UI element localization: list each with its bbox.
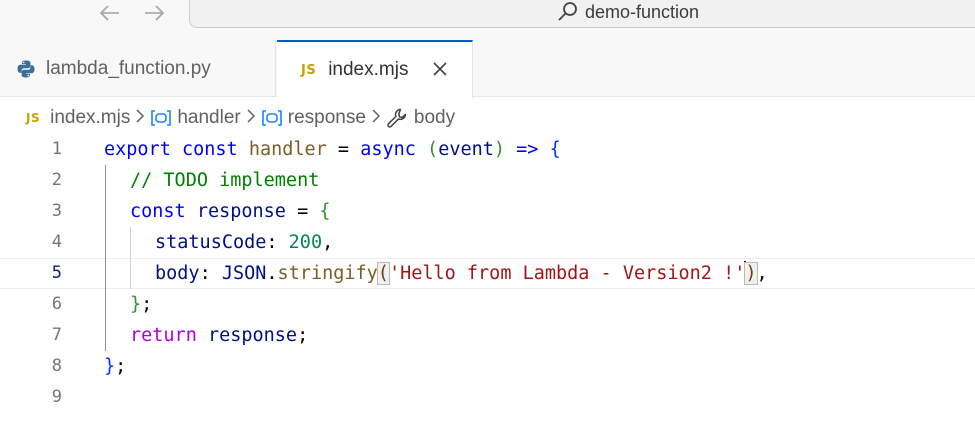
close-icon[interactable] [432, 59, 448, 81]
arrow-left-icon[interactable] [96, 0, 124, 26]
wrench-icon [387, 108, 407, 128]
line-number: 4 [51, 232, 62, 252]
line-number: 6 [51, 294, 62, 314]
line-number: 1 [51, 139, 62, 159]
code-text[interactable]: export const handler = async (event) => … [104, 134, 561, 165]
js-icon: JS [26, 111, 41, 125]
matched-bracket-close: ) [744, 262, 758, 285]
line-number: 3 [51, 201, 62, 221]
line-number: 8 [51, 356, 62, 376]
code-line-7[interactable]: 7 return response; [0, 320, 975, 351]
code-line-2[interactable]: 2 // TODO implement [0, 165, 975, 196]
code-text[interactable]: // TODO implement [130, 165, 319, 196]
title-bar: demo-function [0, 0, 975, 40]
tab-label: index.mjs [328, 59, 409, 80]
js-icon: JS [301, 62, 317, 78]
breadcrumb-item-file[interactable]: index.mjs [50, 107, 130, 129]
search-text: demo-function [585, 1, 700, 22]
command-center-label[interactable]: demo-function [557, 0, 699, 24]
line-number: 7 [51, 325, 62, 345]
code-text[interactable]: const response = { [130, 196, 331, 227]
chevron-right-icon [135, 108, 145, 128]
code-text[interactable]: }; [104, 351, 126, 382]
editor-tab-bar: lambda_function.py JS index.mjs [0, 40, 975, 98]
arrow-right-icon[interactable] [140, 0, 168, 26]
breadcrumb-item-response[interactable]: response [288, 107, 366, 129]
line-number: 9 [51, 387, 62, 407]
code-line-3[interactable]: 3 const response = { [0, 196, 975, 227]
breadcrumb-item-body[interactable]: body [414, 107, 455, 129]
breadcrumb-item-handler[interactable]: handler [177, 107, 240, 129]
chevron-right-icon [246, 108, 256, 128]
variable-icon [261, 110, 282, 126]
code-line-6[interactable]: 6 }; [0, 289, 975, 320]
python-icon [17, 60, 35, 77]
code-line-1[interactable]: 1 export const handler = async (event) =… [0, 134, 975, 165]
code-text[interactable]: }; [130, 289, 152, 320]
code-text[interactable]: statusCode: 200, [155, 227, 333, 258]
tab-index-mjs[interactable]: JS index.mjs [277, 40, 473, 98]
code-line-4[interactable]: 4 statusCode: 200, [0, 227, 975, 258]
search-icon [558, 2, 577, 21]
code-line-5[interactable]: 5 body: JSON.stringify('Hello from Lambd… [0, 258, 975, 289]
line-number: 2 [51, 170, 62, 190]
variable-icon [151, 110, 172, 126]
code-text[interactable]: body: JSON.stringify('Hello from Lambda … [155, 258, 768, 289]
code-text[interactable]: return response; [130, 320, 308, 351]
code-editor[interactable]: 1 export const handler = async (event) =… [0, 134, 975, 436]
chevron-right-icon [371, 108, 381, 128]
matched-bracket-open: ( [376, 262, 390, 285]
tab-lambda-function-py[interactable]: lambda_function.py [0, 40, 276, 97]
code-line-8[interactable]: 8 }; [0, 351, 975, 382]
line-number: 5 [51, 263, 62, 283]
tab-label: lambda_function.py [46, 57, 211, 79]
breadcrumb: JS index.mjs handler response body [26, 102, 455, 134]
code-line-9[interactable]: 9 [0, 382, 975, 413]
